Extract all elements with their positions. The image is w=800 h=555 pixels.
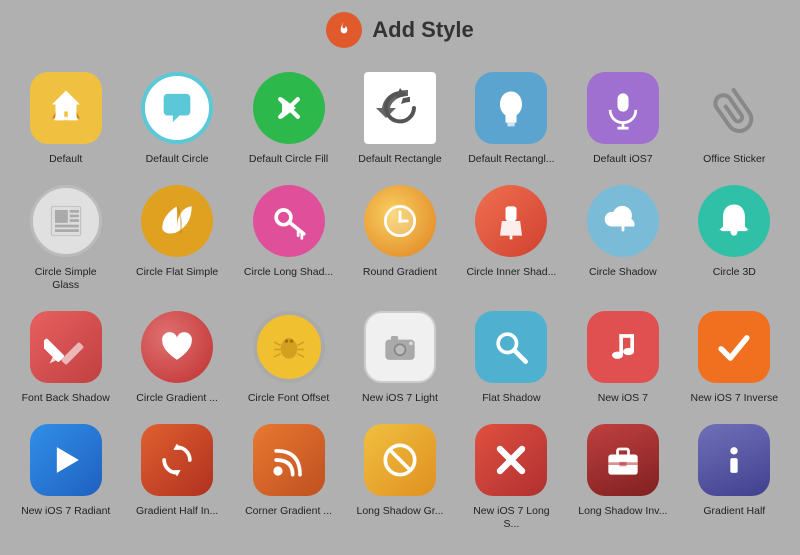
- icon-font-back-shadow[interactable]: Font Back Shadow: [10, 301, 121, 414]
- icon-round-gradient[interactable]: Round Gradient: [344, 175, 455, 301]
- icon-default-circle-label: Default Circle: [146, 153, 209, 167]
- icon-new-ios7-light-label: New iOS 7 Light: [362, 392, 438, 406]
- page-title: Add Style: [372, 17, 473, 43]
- icon-circle-3d[interactable]: Circle 3D: [679, 175, 790, 301]
- icon-default-circle[interactable]: Default Circle: [121, 62, 232, 175]
- icon-default[interactable]: Default: [10, 62, 121, 175]
- icon-circle-flat-simple-label: Circle Flat Simple: [136, 266, 218, 280]
- icon-circle-font-offset-label: Circle Font Offset: [248, 392, 330, 406]
- icon-circle-gradient[interactable]: Circle Gradient ...: [121, 301, 232, 414]
- icon-new-ios7-inverse-label: New iOS 7 Inverse: [691, 392, 779, 406]
- icon-circle-simple-glass-label: Circle Simple Glass: [21, 266, 111, 293]
- icon-default-rectangle-label: Default Rectangle: [358, 153, 441, 167]
- icon-long-shadow-inv-label: Long Shadow Inv...: [578, 505, 667, 519]
- icon-circle-long-shadow-label: Circle Long Shad...: [244, 266, 333, 280]
- icon-circle-simple-glass[interactable]: Circle Simple Glass: [10, 175, 121, 301]
- icon-default-ios7[interactable]: Default iOS7: [567, 62, 678, 175]
- icon-circle-long-shadow[interactable]: Circle Long Shad...: [233, 175, 344, 301]
- icons-grid: Default Default Circle Default Ci: [0, 58, 800, 544]
- icon-flat-shadow[interactable]: Flat Shadow: [456, 301, 567, 414]
- icon-new-ios7-radiant-label: New iOS 7 Radiant: [21, 505, 110, 519]
- icon-long-shadow-gr-label: Long Shadow Gr...: [357, 505, 444, 519]
- icon-default-rectangle-blue-label: Default Rectangl...: [468, 153, 554, 167]
- icon-circle-shadow[interactable]: Circle Shadow: [567, 175, 678, 301]
- icon-circle-font-offset[interactable]: Circle Font Offset: [233, 301, 344, 414]
- icon-gradient-half[interactable]: Gradient Half: [679, 414, 790, 540]
- icon-default-circle-fill[interactable]: Default Circle Fill: [233, 62, 344, 175]
- icon-office-sticker-label: Office Sticker: [703, 153, 765, 167]
- icon-gradient-half-label: Gradient Half: [703, 505, 765, 519]
- icon-default-ios7-label: Default iOS7: [593, 153, 653, 167]
- icon-new-ios7-long-s-label: New iOS 7 Long S...: [466, 505, 556, 532]
- icon-corner-gradient[interactable]: Corner Gradient ...: [233, 414, 344, 540]
- icon-new-ios7-radiant[interactable]: New iOS 7 Radiant: [10, 414, 121, 540]
- icon-font-back-shadow-label: Font Back Shadow: [22, 392, 110, 406]
- icon-long-shadow-inv[interactable]: Long Shadow Inv...: [567, 414, 678, 540]
- icon-long-shadow-gr[interactable]: Long Shadow Gr...: [344, 414, 455, 540]
- icon-corner-gradient-label: Corner Gradient ...: [245, 505, 332, 519]
- icon-default-rectangle[interactable]: Default Rectangle: [344, 62, 455, 175]
- icon-circle-gradient-label: Circle Gradient ...: [136, 392, 218, 406]
- icon-gradient-half-in-label: Gradient Half In...: [136, 505, 218, 519]
- icon-round-gradient-label: Round Gradient: [363, 266, 437, 280]
- header-flame-icon: [326, 12, 362, 48]
- icon-circle-shadow-label: Circle Shadow: [589, 266, 657, 280]
- icon-circle-3d-label: Circle 3D: [713, 266, 756, 280]
- icon-circle-inner-shadow[interactable]: Circle Inner Shad...: [456, 175, 567, 301]
- icon-flat-shadow-label: Flat Shadow: [482, 392, 540, 406]
- icon-new-ios7-inverse[interactable]: New iOS 7 Inverse: [679, 301, 790, 414]
- icon-default-label: Default: [49, 153, 82, 167]
- icon-new-ios7-long-s[interactable]: New iOS 7 Long S...: [456, 414, 567, 540]
- icon-gradient-half-in[interactable]: Gradient Half In...: [121, 414, 232, 540]
- icon-circle-flat-simple[interactable]: Circle Flat Simple: [121, 175, 232, 301]
- icon-default-circle-fill-label: Default Circle Fill: [249, 153, 328, 167]
- icon-default-rectangle-blue[interactable]: Default Rectangl...: [456, 62, 567, 175]
- page-header: Add Style: [0, 0, 800, 58]
- icon-new-ios7-light[interactable]: New iOS 7 Light: [344, 301, 455, 414]
- icon-new-ios7[interactable]: New iOS 7: [567, 301, 678, 414]
- icon-new-ios7-label: New iOS 7: [598, 392, 648, 406]
- icon-circle-inner-shadow-label: Circle Inner Shad...: [466, 266, 556, 280]
- icon-office-sticker[interactable]: Office Sticker: [679, 62, 790, 175]
